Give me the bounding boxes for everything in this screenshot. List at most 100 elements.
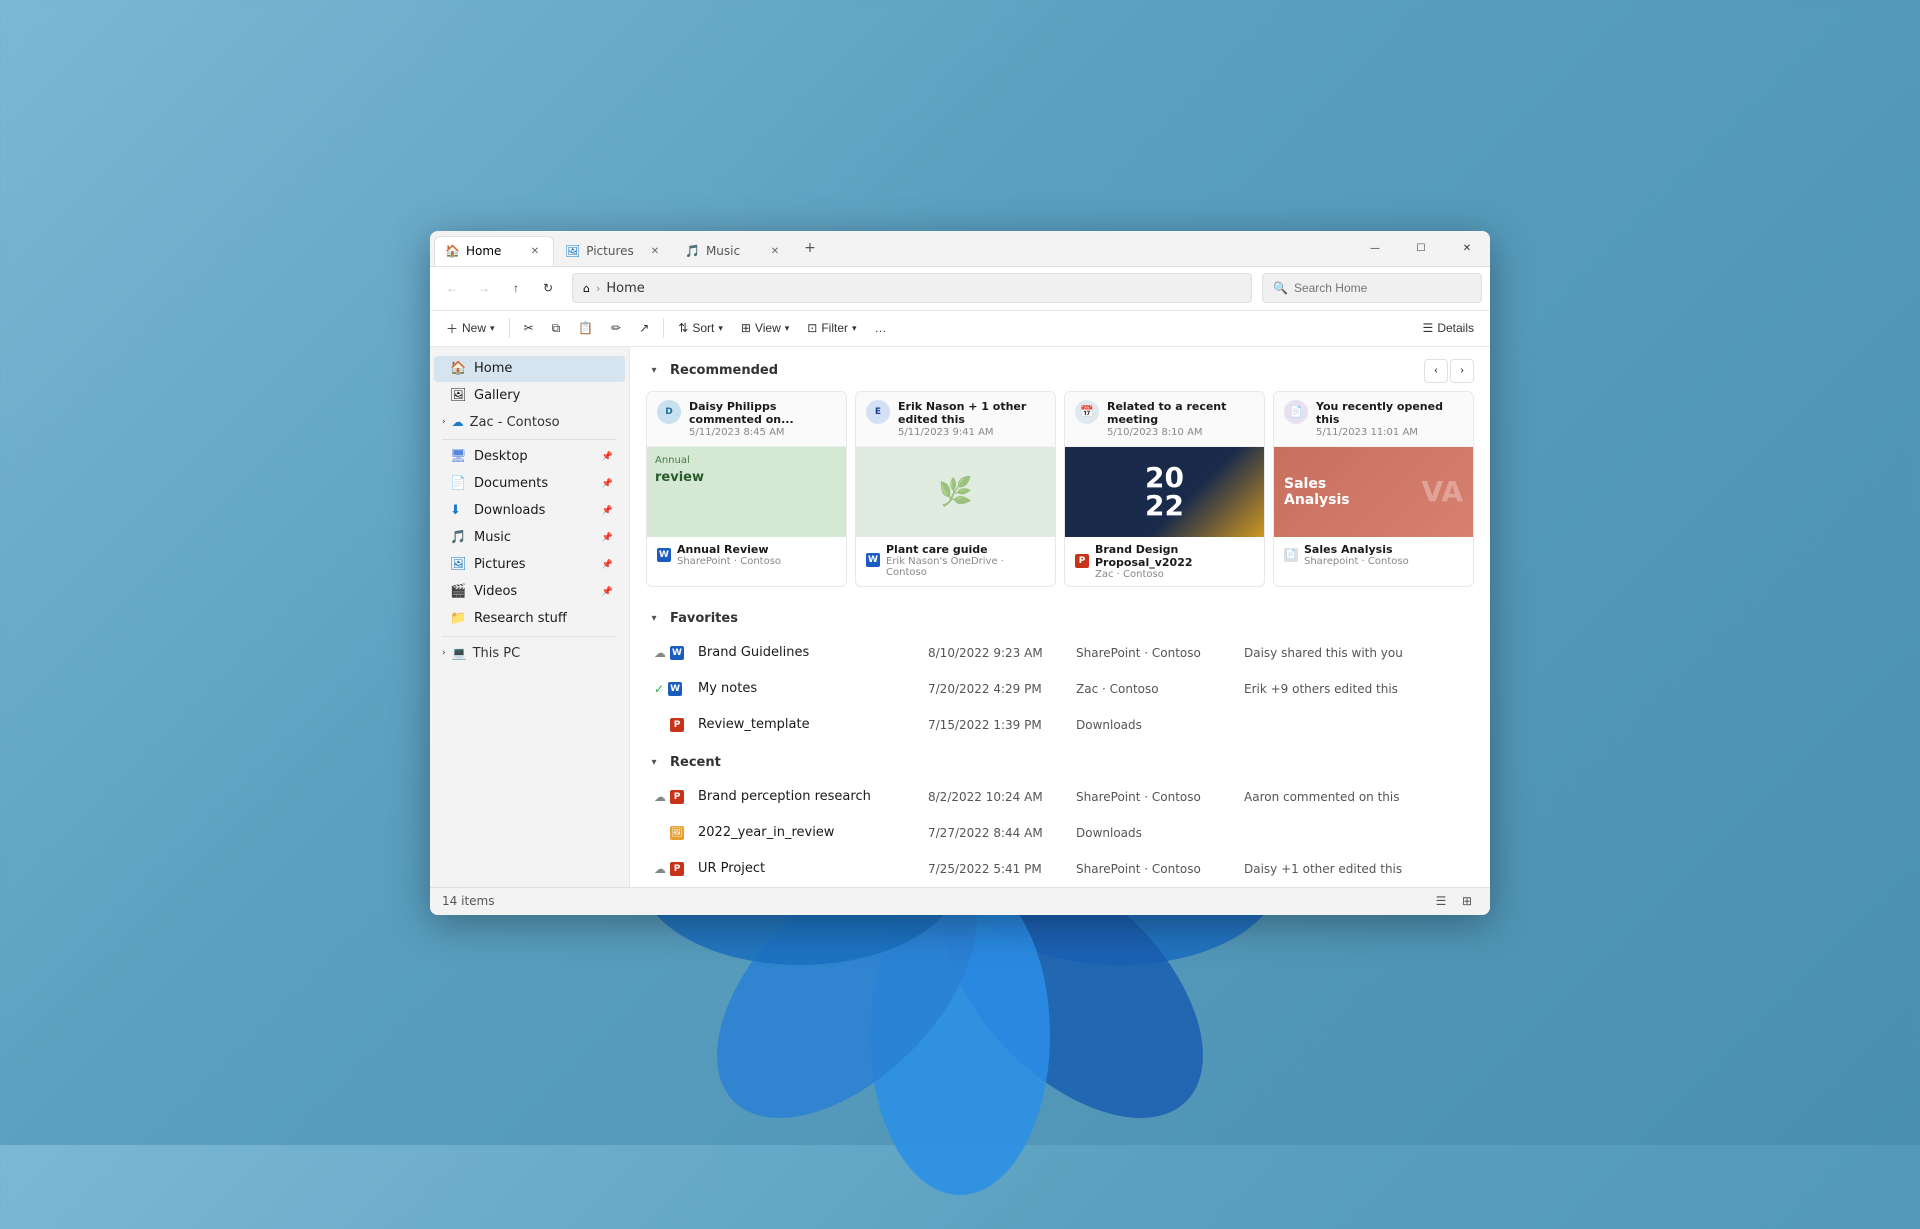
filter-button[interactable]: ⊡ Filter ▾ [799, 317, 864, 339]
sidebar-divider-2 [442, 636, 617, 637]
grid-view-button[interactable]: ⊞ [1456, 890, 1478, 912]
sidebar-item-music[interactable]: 🎵 Music 📌 [434, 525, 625, 551]
sidebar-item-this-pc[interactable]: › 💻 This PC [434, 641, 625, 666]
sidebar-item-gallery[interactable]: 🖼 Gallery [434, 383, 625, 409]
tab-music[interactable]: 🎵 Music ✕ [674, 236, 794, 266]
file-activity-ur-project: Daisy +1 other edited this [1244, 862, 1466, 876]
minimize-button[interactable]: — [1352, 231, 1398, 267]
rec-card-brand[interactable]: 📅 Related to a recent meeting 5/10/2023 … [1064, 391, 1265, 587]
up-button[interactable]: ↑ [502, 274, 530, 302]
filter-icon: ⊡ [807, 321, 817, 335]
share-button[interactable]: ↗ [631, 317, 657, 339]
sync-icon-my-notes: ✓ [654, 682, 664, 696]
tab-home[interactable]: 🏠 Home ✕ [434, 236, 554, 266]
new-icon: ＋ [446, 320, 458, 337]
new-button[interactable]: ＋ New ▾ [438, 316, 503, 341]
pictures-pin-icon: 📌 [602, 560, 613, 570]
filter-label: Filter [821, 321, 848, 335]
list-item[interactable]: 🖼 2022_year_in_review 7/27/2022 8:44 AM … [646, 815, 1474, 851]
ppt-icon-brand: P [1075, 554, 1089, 568]
rec-card-annual-header: D Daisy Philipps commented on... 5/11/20… [647, 392, 846, 447]
rec-card-annual-footer: W Annual Review SharePoint · Contoso [647, 537, 846, 573]
details-button[interactable]: ☰ Details [1415, 317, 1482, 339]
rename-icon: ✏ [611, 321, 621, 335]
sidebar-item-zac-contoso[interactable]: › ☁ Zac - Contoso [434, 410, 625, 435]
word-icon-my-notes: W [668, 682, 682, 696]
recommended-label: Recommended [670, 363, 778, 378]
sidebar-this-pc-label: This PC [473, 646, 521, 661]
more-button[interactable]: … [867, 317, 895, 339]
favorites-collapse-button[interactable]: ▾ [646, 611, 662, 627]
file-name-review-template: Review_template [698, 717, 920, 732]
file-date-brand-perception: 8/2/2022 10:24 AM [928, 790, 1068, 804]
recommended-collapse-button[interactable]: ▾ [646, 363, 662, 379]
videos-icon: 🎬 [450, 584, 466, 600]
cut-button[interactable]: ✂ [516, 317, 542, 339]
rec-card-sales-footer: 📄 Sales Analysis Sharepoint · Contoso [1274, 537, 1473, 573]
rec-card-plant[interactable]: E Erik Nason + 1 other edited this 5/11/… [855, 391, 1056, 587]
file-location-ur-project: SharePoint · Contoso [1076, 862, 1236, 876]
commandbar: ＋ New ▾ ✂ ⧉ 📋 ✏ ↗ ⇅ Sort ▾ ⊞ View ▾ [430, 311, 1490, 347]
rec-card-sales-file-info: Sales Analysis Sharepoint · Contoso [1304, 543, 1463, 567]
statusbar: 14 items ☰ ⊞ [430, 887, 1490, 915]
sidebar-item-research[interactable]: 📁 Research stuff [434, 606, 625, 632]
sidebar-item-documents[interactable]: 📄 Documents 📌 [434, 471, 625, 497]
copy-button[interactable]: ⧉ [544, 317, 569, 340]
recent-collapse-button[interactable]: ▾ [646, 755, 662, 771]
search-input[interactable] [1294, 281, 1471, 295]
maximize-button[interactable]: ☐ [1398, 231, 1444, 267]
sidebar-item-home[interactable]: 🏠 Home [434, 356, 625, 382]
sidebar-item-videos[interactable]: 🎬 Videos 📌 [434, 579, 625, 605]
forward-button[interactable]: → [470, 274, 498, 302]
window-controls: — ☐ ✕ [1352, 231, 1490, 266]
list-item[interactable]: ✓ W My notes 7/20/2022 4:29 PM Zac · Con… [646, 671, 1474, 707]
sort-label: Sort [692, 321, 714, 335]
sidebar-item-desktop[interactable]: 🖥 Desktop 📌 [434, 444, 625, 470]
sidebar-item-downloads[interactable]: ⬇ Downloads 📌 [434, 498, 625, 524]
view-button[interactable]: ⊞ View ▾ [733, 317, 797, 339]
list-view-button[interactable]: ☰ [1430, 890, 1452, 912]
commandbar-separator-2 [663, 318, 664, 338]
back-button[interactable]: ← [438, 274, 466, 302]
rename-button[interactable]: ✏ [603, 317, 629, 339]
new-tab-button[interactable]: + [796, 234, 824, 262]
favorites-label: Favorites [670, 611, 738, 626]
list-item[interactable]: ☁ W Brand Guidelines 8/10/2022 9:23 AM S… [646, 635, 1474, 671]
view-dropdown-icon: ▾ [785, 323, 790, 334]
recommended-prev-button[interactable]: ‹ [1424, 359, 1448, 383]
close-button[interactable]: ✕ [1444, 231, 1490, 267]
paste-button[interactable]: 📋 [570, 317, 601, 339]
sort-button[interactable]: ⇅ Sort ▾ [670, 317, 731, 339]
rec-card-annual[interactable]: D Daisy Philipps commented on... 5/11/20… [646, 391, 847, 587]
rec-card-annual-avatar: D [657, 400, 681, 424]
rec-card-brand-filename: Brand Design Proposal_v2022 [1095, 543, 1254, 569]
sidebar-pictures-label: Pictures [474, 557, 525, 572]
grid-view-icon: ⊞ [1462, 894, 1472, 908]
address-bar[interactable]: ⌂ › Home [572, 273, 1252, 303]
file-location-brand-perception: SharePoint · Contoso [1076, 790, 1236, 804]
tab-home-close[interactable]: ✕ [527, 243, 543, 259]
recent-label: Recent [670, 755, 721, 770]
search-bar[interactable]: 🔍 [1262, 273, 1482, 303]
rec-card-sales[interactable]: 📄 You recently opened this 5/11/2023 11:… [1273, 391, 1474, 587]
file-name-year-review: 2022_year_in_review [698, 825, 920, 840]
list-item[interactable]: ☁ P UR Project 7/25/2022 5:41 PM SharePo… [646, 851, 1474, 887]
rec-card-brand-location: Zac · Contoso [1095, 569, 1254, 580]
desktop-pin-icon: 📌 [602, 452, 613, 462]
tab-pictures-close[interactable]: ✕ [647, 243, 663, 259]
rec-card-brand-header: 📅 Related to a recent meeting 5/10/2023 … [1065, 392, 1264, 447]
tab-pictures[interactable]: 🖼 Pictures ✕ [554, 236, 674, 266]
list-item[interactable]: ☁ P Brand perception research 8/2/2022 1… [646, 779, 1474, 815]
tab-music-close[interactable]: ✕ [767, 243, 783, 259]
rec-card-brand-file-info: Brand Design Proposal_v2022 Zac · Contos… [1095, 543, 1254, 580]
refresh-button[interactable]: ↻ [534, 274, 562, 302]
recommended-next-button[interactable]: › [1450, 359, 1474, 383]
file-explorer-window: 🏠 Home ✕ 🖼 Pictures ✕ 🎵 Music ✕ + — [430, 231, 1490, 915]
rec-card-sales-location: Sharepoint · Contoso [1304, 556, 1463, 567]
file-row-icons-ur-project: ☁ P [654, 862, 690, 876]
tabs-area: 🏠 Home ✕ 🖼 Pictures ✕ 🎵 Music ✕ + [430, 231, 1352, 266]
sidebar-item-pictures[interactable]: 🖼 Pictures 📌 [434, 552, 625, 578]
sidebar-desktop-label: Desktop [474, 449, 528, 464]
file-name-ur-project: UR Project [698, 861, 920, 876]
list-item[interactable]: P Review_template 7/15/2022 1:39 PM Down… [646, 707, 1474, 743]
